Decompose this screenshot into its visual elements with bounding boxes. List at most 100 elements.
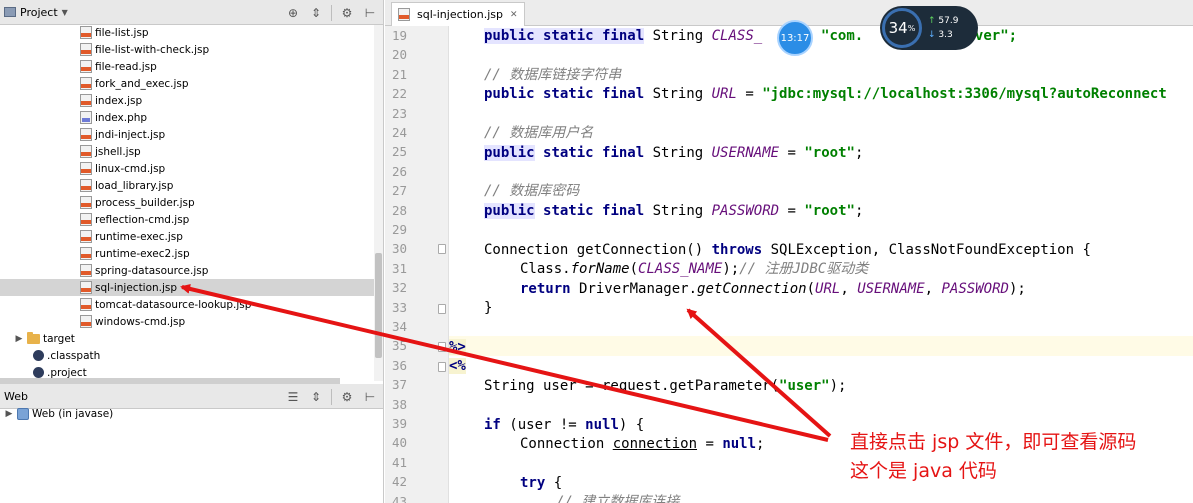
arrow-up-icon: ↑ — [928, 16, 936, 26]
chevron-right-icon[interactable]: ▶ — [4, 409, 14, 419]
fold-marker-icon[interactable] — [438, 244, 446, 254]
web-module-item[interactable]: ▶ Web (in javase) — [0, 405, 374, 422]
token: } — [484, 300, 493, 316]
file-tree-item[interactable]: file-read.jsp — [0, 58, 374, 75]
code-line-35: %> — [449, 337, 466, 357]
file-name: reflection-cmd.jsp — [95, 213, 190, 226]
file-tree-item[interactable]: windows-cmd.jsp — [0, 313, 374, 330]
jsp-file-icon — [80, 43, 92, 56]
file-tree-item[interactable]: file-list-with-check.jsp — [0, 41, 374, 58]
token: "jdbc:mysql://localhost:3306/mysql?autoR… — [762, 86, 1167, 102]
line-number: 23 — [391, 105, 407, 121]
fold-marker-icon[interactable] — [438, 362, 446, 372]
file-tree-item[interactable]: jshell.jsp — [0, 143, 374, 160]
project-file-tree: file-list.jsp file-list-with-check.jsp fil… — [0, 25, 374, 381]
folder-target[interactable]: ▶ target — [0, 330, 374, 347]
jsp-file-icon — [80, 26, 92, 39]
file-name: .classpath — [47, 349, 101, 362]
fold-marker-icon[interactable] — [438, 304, 446, 314]
jsp-file-icon — [80, 230, 92, 243]
arrow-down-icon: ↓ — [928, 30, 936, 40]
token: = — [697, 436, 723, 452]
file-name: file-read.jsp — [95, 60, 157, 73]
network-speed-widget[interactable]: 34% ↑ 57.9 ↓ 3.3 — [880, 6, 978, 50]
scrollbar-thumb[interactable] — [375, 253, 382, 358]
download-rate: ↓ 3.3 — [928, 28, 958, 42]
download-speed: 3.3 — [938, 30, 953, 40]
line-number: 39 — [391, 416, 407, 431]
locate-file-icon[interactable]: ⊕ — [283, 3, 303, 23]
chevron-right-icon[interactable]: ▶ — [14, 334, 24, 344]
file-tree-item[interactable]: tomcat-datasource-lookup.jsp — [0, 296, 374, 313]
file-tree-item[interactable]: runtime-exec.jsp — [0, 228, 374, 245]
project-view-selector[interactable]: Project ▼ — [0, 6, 68, 19]
code-line-40: Connection connection = null; — [520, 434, 764, 454]
close-icon[interactable]: ✕ — [510, 10, 518, 20]
line-number: 40 — [391, 435, 407, 451]
jsp-file-icon — [80, 94, 92, 107]
code-line-28: public static final String PASSWORD = "r… — [484, 203, 864, 219]
jsp-file-icon — [80, 298, 92, 311]
jsp-file-icon — [80, 213, 92, 226]
token: PASSWORD — [711, 203, 780, 219]
token: null — [722, 436, 757, 452]
hide-panel-icon[interactable]: ⊢ — [360, 3, 380, 23]
web-module-icon — [17, 407, 29, 420]
token: URL — [815, 281, 841, 297]
collapse-all-icon[interactable]: ⇕ — [306, 3, 326, 23]
token: ; — [756, 436, 765, 452]
line-number: 25 — [391, 144, 407, 160]
token: String — [652, 203, 704, 219]
jsp-file-icon — [80, 60, 92, 73]
toolbar-divider — [331, 388, 332, 405]
annotation-line-2: 这个是 java 代码 — [850, 460, 997, 482]
file-tree-item[interactable]: fork_and_exec.jsp — [0, 75, 374, 92]
token: URL — [711, 86, 737, 102]
jsp-file-icon — [80, 145, 92, 158]
file-name: load_library.jsp — [95, 179, 174, 192]
file-tree-item[interactable]: index.php — [0, 109, 374, 126]
chevron-down-icon: ▼ — [61, 7, 68, 17]
token: static final — [543, 145, 645, 161]
file-tree-item[interactable]: file-list.jsp — [0, 24, 374, 41]
file-tree-item[interactable]: sql-injection.jsp — [0, 279, 374, 296]
jsp-file-icon — [80, 315, 92, 328]
file-name: .project — [47, 366, 87, 379]
token: <% — [449, 358, 466, 374]
file-tree-item[interactable]: load_library.jsp — [0, 177, 374, 194]
toolbar-divider — [331, 4, 332, 21]
token: "root" — [804, 203, 855, 219]
line-number: 43 — [391, 493, 407, 503]
fold-marker-icon[interactable] — [438, 342, 446, 352]
file-tree-item[interactable]: linux-cmd.jsp — [0, 160, 374, 177]
collapse-all-icon[interactable]: ⇕ — [306, 387, 326, 407]
classpath-file[interactable]: .classpath — [0, 347, 374, 364]
file-tree-item[interactable]: runtime-exec2.jsp — [0, 245, 374, 262]
token: "user" — [779, 378, 830, 394]
file-tree-item[interactable]: index.jsp — [0, 92, 374, 109]
file-tree-item[interactable]: reflection-cmd.jsp — [0, 211, 374, 228]
file-tree-item[interactable]: process_builder.jsp — [0, 194, 374, 211]
file-name: tomcat-datasource-lookup.jsp — [95, 298, 252, 311]
file-tree-item[interactable]: jndi-inject.jsp — [0, 126, 374, 143]
gear-icon[interactable]: ⚙ — [337, 387, 357, 407]
file-name: linux-cmd.jsp — [95, 162, 166, 175]
token: if — [484, 417, 501, 433]
file-name: runtime-exec2.jsp — [95, 247, 190, 260]
token: static final — [543, 203, 645, 219]
file-name: file-list-with-check.jsp — [95, 43, 210, 56]
file-tree-item[interactable]: spring-datasource.jsp — [0, 262, 374, 279]
line-number: 24 — [391, 125, 407, 140]
expand-all-icon[interactable]: ☰ — [283, 387, 303, 407]
token: throws — [711, 242, 763, 258]
project-tool-window: Project ▼ ⊕ ⇕ ⚙ ⊢ file-list.jsp file-list… — [0, 0, 384, 503]
cpu-usage-ring: 34% — [882, 8, 922, 48]
gear-icon[interactable]: ⚙ — [337, 3, 357, 23]
tab-sql-injection[interactable]: sql-injection.jsp ✕ — [391, 2, 525, 26]
token: // 数据库链接字符串 — [484, 67, 622, 83]
line-number: 42 — [391, 474, 407, 490]
line-number: 21 — [391, 66, 407, 82]
floating-clock-widget[interactable]: 13:17 — [777, 20, 813, 56]
hide-panel-icon[interactable]: ⊢ — [360, 387, 380, 407]
token: USERNAME — [857, 281, 925, 297]
